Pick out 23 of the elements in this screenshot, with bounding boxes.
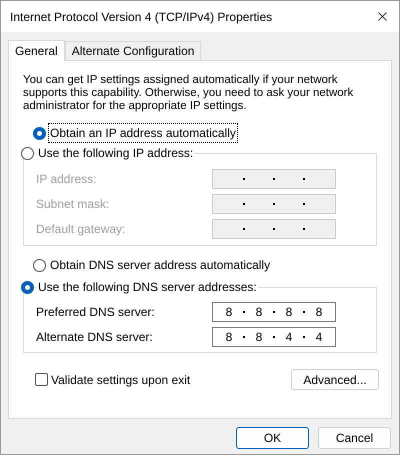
radio-button[interactable] — [33, 126, 46, 140]
ip-address-field[interactable] — [212, 168, 336, 188]
ip-address-field[interactable] — [212, 194, 336, 214]
tab[interactable]: Alternate Configuration — [64, 41, 202, 60]
window-title: Internet Protocol Version 4 (TCP/IPv4) Properties — [10, 8, 272, 26]
ip-address-field[interactable] — [212, 218, 336, 238]
dialog-button[interactable]: Cancel — [318, 427, 391, 449]
checkbox-label: Validate settings upon exit — [51, 372, 190, 388]
checkbox[interactable] — [35, 373, 48, 386]
advanced-button[interactable]: Advanced... — [291, 369, 379, 390]
tab[interactable]: General — [8, 40, 65, 61]
ip-address-field[interactable]: 8 8 4 4 — [212, 326, 336, 346]
dialog-button[interactable]: OK — [236, 427, 309, 449]
radio-button[interactable] — [21, 280, 34, 294]
field-label: IP address: — [36, 170, 98, 188]
description-text: You can get IP settings assigned automatically if your network supports this capability. Otherwise, you need to ask your network administrator for the appropriate IP settings. — [23, 74, 354, 113]
radio-button[interactable] — [21, 146, 34, 160]
ip-address-field[interactable]: 8 8 8 8 — [212, 302, 336, 322]
field-label: Subnet mask: — [36, 196, 110, 212]
field-label: Default gateway: — [36, 220, 126, 238]
field-label: Alternate DNS server: — [36, 328, 154, 346]
radio-button[interactable] — [33, 258, 46, 272]
field-label: Preferred DNS server: — [36, 304, 156, 320]
